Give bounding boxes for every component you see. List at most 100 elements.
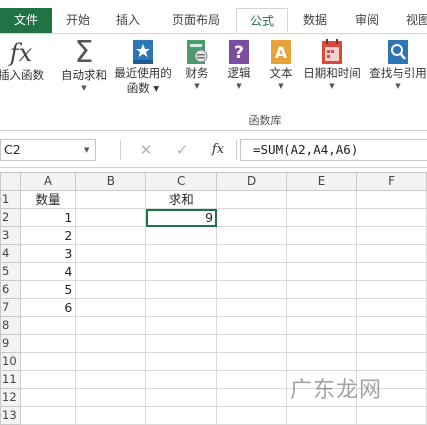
cell-E7[interactable] <box>286 298 358 317</box>
cell-F2[interactable] <box>356 208 427 227</box>
cell-A7[interactable]: 6 <box>19 298 77 317</box>
cell-F8[interactable] <box>356 316 427 335</box>
cell-E5[interactable] <box>286 262 358 281</box>
cell-B12[interactable] <box>75 388 147 407</box>
column-header[interactable]: C <box>145 172 218 191</box>
cell-D3[interactable] <box>216 226 288 245</box>
cell-C11[interactable] <box>145 370 218 389</box>
row-header[interactable]: 9 <box>0 334 21 353</box>
cell-D10[interactable] <box>216 352 288 371</box>
cell-D7[interactable] <box>216 298 288 317</box>
cell-B2[interactable] <box>75 208 147 227</box>
row-header[interactable]: 2 <box>0 208 21 227</box>
cell-F6[interactable] <box>356 280 427 299</box>
column-header[interactable]: B <box>75 172 147 191</box>
row-header[interactable]: 3 <box>0 226 21 245</box>
cell-F5[interactable] <box>356 262 427 281</box>
row-header[interactable]: 8 <box>0 316 21 335</box>
cell-E9[interactable] <box>286 334 358 353</box>
text-button[interactable]: A 文本 ▼ <box>264 38 298 91</box>
select-all-corner[interactable] <box>0 172 21 191</box>
cell-C2[interactable]: 9 <box>145 208 218 227</box>
cell-D12[interactable] <box>216 388 288 407</box>
cell-A3[interactable]: 2 <box>19 226 77 245</box>
cell-A6[interactable]: 5 <box>19 280 77 299</box>
tab-insert[interactable]: 插入 <box>104 8 152 33</box>
cell-E2[interactable] <box>286 208 358 227</box>
cell-D5[interactable] <box>216 262 288 281</box>
cell-A8[interactable] <box>19 316 77 335</box>
column-header[interactable]: E <box>286 172 358 191</box>
cell-B1[interactable] <box>75 190 147 209</box>
cell-A11[interactable] <box>19 370 77 389</box>
cell-A4[interactable]: 3 <box>19 244 77 263</box>
autosum-button[interactable]: Σ 自动求和 ▼ <box>58 38 110 93</box>
cell-B10[interactable] <box>75 352 147 371</box>
cell-F9[interactable] <box>356 334 427 353</box>
cell-C10[interactable] <box>145 352 218 371</box>
cell-D11[interactable] <box>216 370 288 389</box>
cell-B3[interactable] <box>75 226 147 245</box>
insert-function-fx-icon[interactable]: fx <box>206 140 230 160</box>
recently-used-button[interactable]: 最近使用的 函数 ▾ <box>112 38 174 96</box>
cell-B6[interactable] <box>75 280 147 299</box>
cell-A2[interactable]: 1 <box>19 208 77 227</box>
cell-A10[interactable] <box>19 352 77 371</box>
row-header[interactable]: 7 <box>0 298 21 317</box>
cell-F4[interactable] <box>356 244 427 263</box>
cell-E1[interactable] <box>286 190 358 209</box>
tab-file[interactable]: 文件 <box>0 8 52 33</box>
cell-C8[interactable] <box>145 316 218 335</box>
cell-C5[interactable] <box>145 262 218 281</box>
cell-B5[interactable] <box>75 262 147 281</box>
cell-E6[interactable] <box>286 280 358 299</box>
cancel-icon[interactable]: ✕ <box>134 140 158 160</box>
cell-C12[interactable] <box>145 388 218 407</box>
cell-D2[interactable] <box>216 208 288 227</box>
column-header[interactable]: D <box>216 172 288 191</box>
cell-B8[interactable] <box>75 316 147 335</box>
cell-A9[interactable] <box>19 334 77 353</box>
cell-B11[interactable] <box>75 370 147 389</box>
cell-A1[interactable]: 数量 <box>19 190 77 209</box>
cell-C7[interactable] <box>145 298 218 317</box>
name-box[interactable]: C2 <box>0 139 96 161</box>
cell-B9[interactable] <box>75 334 147 353</box>
cell-E8[interactable] <box>286 316 358 335</box>
row-header[interactable]: 1 <box>0 190 21 209</box>
cell-C9[interactable] <box>145 334 218 353</box>
cell-D9[interactable] <box>216 334 288 353</box>
cell-C1[interactable]: 求和 <box>145 190 218 209</box>
cell-C3[interactable] <box>145 226 218 245</box>
tab-page-layout[interactable]: 页面布局 <box>160 8 232 33</box>
column-header[interactable]: F <box>356 172 427 191</box>
row-header[interactable]: 11 <box>0 370 21 389</box>
cell-F3[interactable] <box>356 226 427 245</box>
cell-D4[interactable] <box>216 244 288 263</box>
cell-F7[interactable] <box>356 298 427 317</box>
insert-function-button[interactable]: fx 插入函数 <box>0 38 48 83</box>
column-header[interactable]: A <box>19 172 77 191</box>
tab-data[interactable]: 数据 <box>292 8 338 33</box>
cell-A12[interactable] <box>19 388 77 407</box>
cell-C6[interactable] <box>145 280 218 299</box>
row-header[interactable]: 5 <box>0 262 21 281</box>
cell-D6[interactable] <box>216 280 288 299</box>
tab-formulas[interactable]: 公式 <box>236 8 288 33</box>
cell-D1[interactable] <box>216 190 288 209</box>
cell-F10[interactable] <box>356 352 427 371</box>
financial-button[interactable]: 财务 ▼ <box>180 38 214 91</box>
tab-home[interactable]: 开始 <box>56 8 100 33</box>
cell-E10[interactable] <box>286 352 358 371</box>
cell-A5[interactable]: 4 <box>19 262 77 281</box>
enter-icon[interactable]: ✓ <box>170 140 194 160</box>
name-box-dropdown-icon[interactable]: ▼ <box>84 146 89 154</box>
row-header[interactable]: 4 <box>0 244 21 263</box>
cell-F1[interactable] <box>356 190 427 209</box>
cell-E4[interactable] <box>286 244 358 263</box>
cell-E3[interactable] <box>286 226 358 245</box>
tab-view[interactable]: 视图 <box>398 8 427 33</box>
cell-B4[interactable] <box>75 244 147 263</box>
cell-D8[interactable] <box>216 316 288 335</box>
cell-C4[interactable] <box>145 244 218 263</box>
